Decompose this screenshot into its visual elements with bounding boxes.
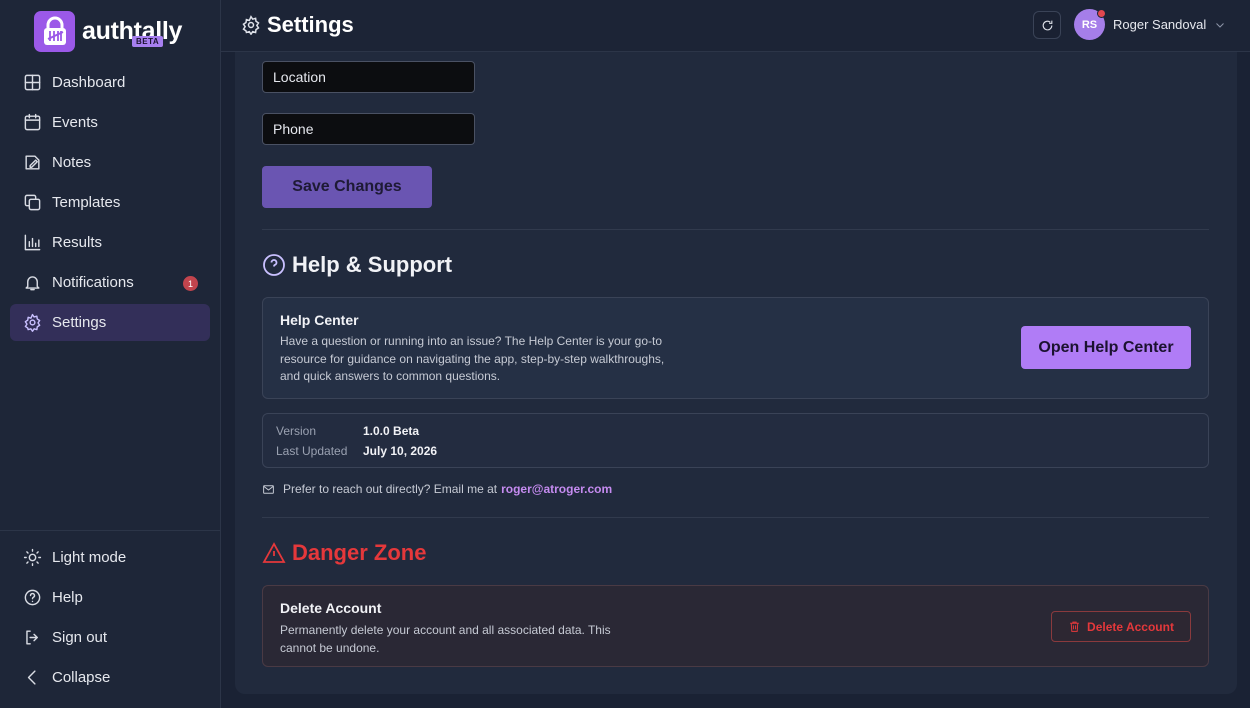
- chevron-down-icon: [1216, 22, 1225, 28]
- avatar-initials: RS: [1081, 18, 1098, 31]
- notes-icon: [22, 153, 42, 173]
- sidebar-item-label: Notifications: [52, 274, 134, 291]
- help-label: Help: [52, 589, 83, 606]
- topbar: Settings RS Roger Sandoval: [221, 0, 1250, 52]
- trash-icon: [1070, 621, 1079, 632]
- templates-icon: [22, 193, 42, 213]
- help-center-title: Help Center: [280, 312, 359, 328]
- sidebar-item-label: Templates: [52, 194, 121, 211]
- light-mode-toggle[interactable]: Light mode: [10, 539, 210, 576]
- sidebar-item-notifications[interactable]: Notifications 1: [10, 264, 210, 301]
- user-menu[interactable]: RS Roger Sandoval: [1074, 9, 1226, 40]
- status-dot: [1097, 9, 1106, 18]
- refresh-button[interactable]: [1033, 11, 1061, 39]
- save-changes-button[interactable]: Save Changes: [262, 166, 432, 208]
- refresh-icon: [1042, 20, 1052, 30]
- bell-icon: [22, 273, 42, 293]
- location-field[interactable]: Location: [262, 61, 475, 93]
- calendar-icon: [22, 113, 42, 133]
- updated-value: July 10, 2026: [363, 444, 438, 458]
- updated-label: Last Updated: [276, 444, 348, 458]
- help-icon: [263, 254, 285, 276]
- version-label: Version: [276, 424, 317, 438]
- avatar: RS: [1074, 9, 1106, 40]
- sidebar-item-notes[interactable]: Notes: [10, 144, 210, 181]
- sidebar-item-label: Events: [52, 114, 98, 131]
- sidebar-item-label: Results: [52, 234, 103, 251]
- dashboard-icon: [22, 73, 42, 93]
- divider: [262, 517, 1209, 518]
- delete-account-button[interactable]: Delete Account: [1051, 611, 1191, 642]
- settings-panel: Location Phone Save Changes Help & Suppo…: [235, 52, 1237, 694]
- help-section-title: Help & Support: [262, 252, 452, 278]
- help-title-text: Help & Support: [292, 252, 453, 277]
- page-title-text: Settings: [267, 12, 354, 37]
- sidebar-item-label: Notes: [52, 154, 92, 171]
- help-center-card: Help Center Have a question or running i…: [262, 297, 1209, 399]
- sidebar-item-templates[interactable]: Templates: [10, 184, 210, 221]
- sign-out-label: Sign out: [52, 629, 108, 646]
- sidebar-item-results[interactable]: Results: [10, 224, 210, 261]
- sidebar-item-label: Settings: [52, 314, 107, 331]
- sidebar-item-events[interactable]: Events: [10, 104, 210, 141]
- version-card: Version 1.0.0 Beta Last Updated July 10,…: [262, 413, 1209, 468]
- gear-icon: [242, 15, 260, 35]
- lock-logo-icon: [34, 10, 75, 52]
- notification-count-badge: 1: [183, 276, 198, 291]
- chart-icon: [22, 233, 42, 253]
- brand[interactable]: authtally: [34, 8, 182, 54]
- contact-email-link[interactable]: roger@atroger.com: [501, 482, 612, 496]
- beta-badge: BETA: [132, 36, 164, 47]
- delete-account-description: Permanently delete your account and all …: [280, 623, 611, 655]
- collapse-button[interactable]: Collapse: [10, 659, 210, 696]
- sidebar: authtally BETA Dashboard Events Notes Te: [0, 0, 221, 708]
- delete-account-title: Delete Account: [280, 600, 382, 616]
- version-row: Version 1.0.0 Beta: [276, 424, 419, 438]
- sign-out-button[interactable]: Sign out: [10, 619, 210, 656]
- help-link[interactable]: Help: [10, 579, 210, 616]
- gear-icon: [22, 313, 42, 333]
- delete-account-card: Delete Account Permanently delete your a…: [262, 585, 1209, 667]
- user-name: Roger Sandoval: [1113, 17, 1207, 32]
- open-help-center-button[interactable]: Open Help Center: [1021, 326, 1191, 369]
- collapse-label: Collapse: [52, 669, 111, 686]
- version-value: 1.0.0 Beta: [363, 424, 420, 438]
- sign-out-icon: [22, 628, 42, 648]
- danger-section-title: Danger Zone: [262, 540, 426, 566]
- contact-line: Prefer to reach out directly? Email me a…: [262, 482, 612, 496]
- sidebar-bottom: Light mode Help Sign out Collapse: [0, 530, 220, 699]
- help-center-description: Have a question or running into an issue…: [280, 334, 665, 383]
- contact-text: Prefer to reach out directly? Email me a…: [283, 482, 498, 496]
- divider: [262, 229, 1209, 230]
- page-title: Settings: [241, 12, 354, 38]
- delete-account-button-label: Delete Account: [1087, 619, 1174, 634]
- warning-icon: [262, 542, 286, 563]
- phone-field[interactable]: Phone: [262, 113, 475, 145]
- help-icon: [22, 588, 42, 608]
- chevron-left-icon: [22, 668, 42, 688]
- sidebar-item-settings[interactable]: Settings: [10, 304, 210, 341]
- updated-row: Last Updated July 10, 2026: [276, 444, 437, 458]
- sidebar-nav: Dashboard Events Notes Templates Results: [10, 64, 210, 344]
- danger-title-text: Danger Zone: [292, 540, 427, 565]
- sidebar-item-label: Dashboard: [52, 74, 126, 91]
- light-mode-label: Light mode: [52, 549, 127, 566]
- sidebar-item-dashboard[interactable]: Dashboard: [10, 64, 210, 101]
- mail-icon: [263, 484, 274, 494]
- sun-icon: [22, 548, 42, 568]
